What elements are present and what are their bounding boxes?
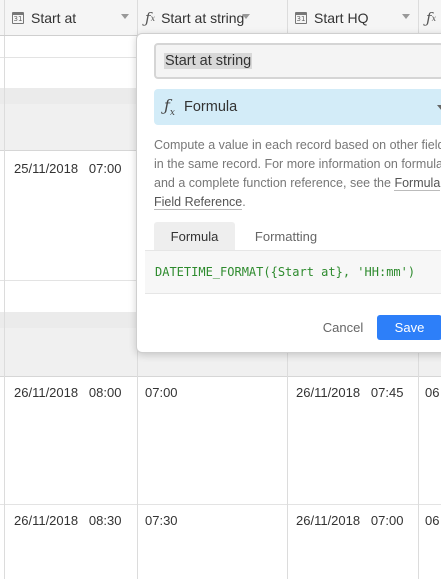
cell-start-hq[interactable]: 26/11/2018 07:45 — [296, 385, 403, 400]
chevron-down-icon[interactable] — [121, 14, 129, 19]
field-type-select[interactable]: ƒx Formula — [154, 89, 441, 125]
column-divider — [287, 0, 288, 35]
formula-icon: ƒx — [145, 9, 156, 27]
column-header-start-at[interactable]: 31 Start at — [12, 0, 134, 36]
column-header-label: Start at — [31, 10, 77, 26]
field-type-label: Formula — [184, 99, 238, 115]
cell-start-at-string[interactable]: 07:00 — [145, 385, 178, 400]
calendar-icon: 31 — [12, 12, 24, 24]
field-type-description: Compute a value in each record based on … — [154, 136, 441, 212]
column-divider — [4, 0, 5, 579]
cell-start-hq[interactable]: 26/11/2018 07:00 — [296, 513, 403, 528]
field-editor-popover: Start at string ƒx Formula Compute a val… — [136, 33, 441, 353]
column-divider — [4, 0, 5, 35]
formula-tabs: Formula Formatting — [154, 222, 441, 250]
formula-icon: ƒx — [426, 9, 437, 27]
cell-next[interactable]: 06 — [425, 513, 439, 528]
tab-formatting[interactable]: Formatting — [236, 222, 336, 250]
field-name-value: Start at string — [164, 53, 253, 69]
tab-formula[interactable]: Formula — [154, 222, 235, 250]
column-header-label: Start at string — [161, 10, 245, 26]
field-name-input[interactable]: Start at string — [154, 43, 441, 79]
column-header-row: 31 Start at ƒx Start at string 31 Start … — [0, 0, 441, 36]
cancel-button[interactable]: Cancel — [313, 315, 373, 340]
column-header-label: Start HQ — [314, 10, 369, 26]
calendar-icon: 31 — [295, 12, 307, 24]
formula-editor[interactable]: DATETIME_FORMAT({Start at}, 'HH:mm') — [145, 250, 441, 294]
chevron-down-icon[interactable] — [242, 14, 250, 19]
row-divider — [0, 504, 441, 505]
description-text: . — [242, 195, 246, 209]
formula-icon: ƒx — [164, 95, 175, 119]
cell-next[interactable]: 06 — [425, 385, 439, 400]
column-divider — [418, 0, 419, 35]
column-header-next[interactable]: ƒx — [426, 0, 441, 36]
cell-start-at[interactable]: 26/11/2018 08:00 — [14, 385, 121, 400]
column-header-start-hq[interactable]: 31 Start HQ — [295, 0, 417, 36]
chevron-down-icon — [437, 105, 441, 111]
cell-start-at[interactable]: 25/11/2018 07:00 — [14, 161, 121, 176]
column-divider — [137, 0, 138, 35]
chevron-down-icon[interactable] — [402, 14, 410, 19]
column-header-start-at-string[interactable]: ƒx Start at string — [145, 0, 285, 36]
cell-start-at[interactable]: 26/11/2018 08:30 — [14, 513, 121, 528]
cell-start-at-string[interactable]: 07:30 — [145, 513, 178, 528]
save-button[interactable]: Save — [377, 315, 441, 340]
